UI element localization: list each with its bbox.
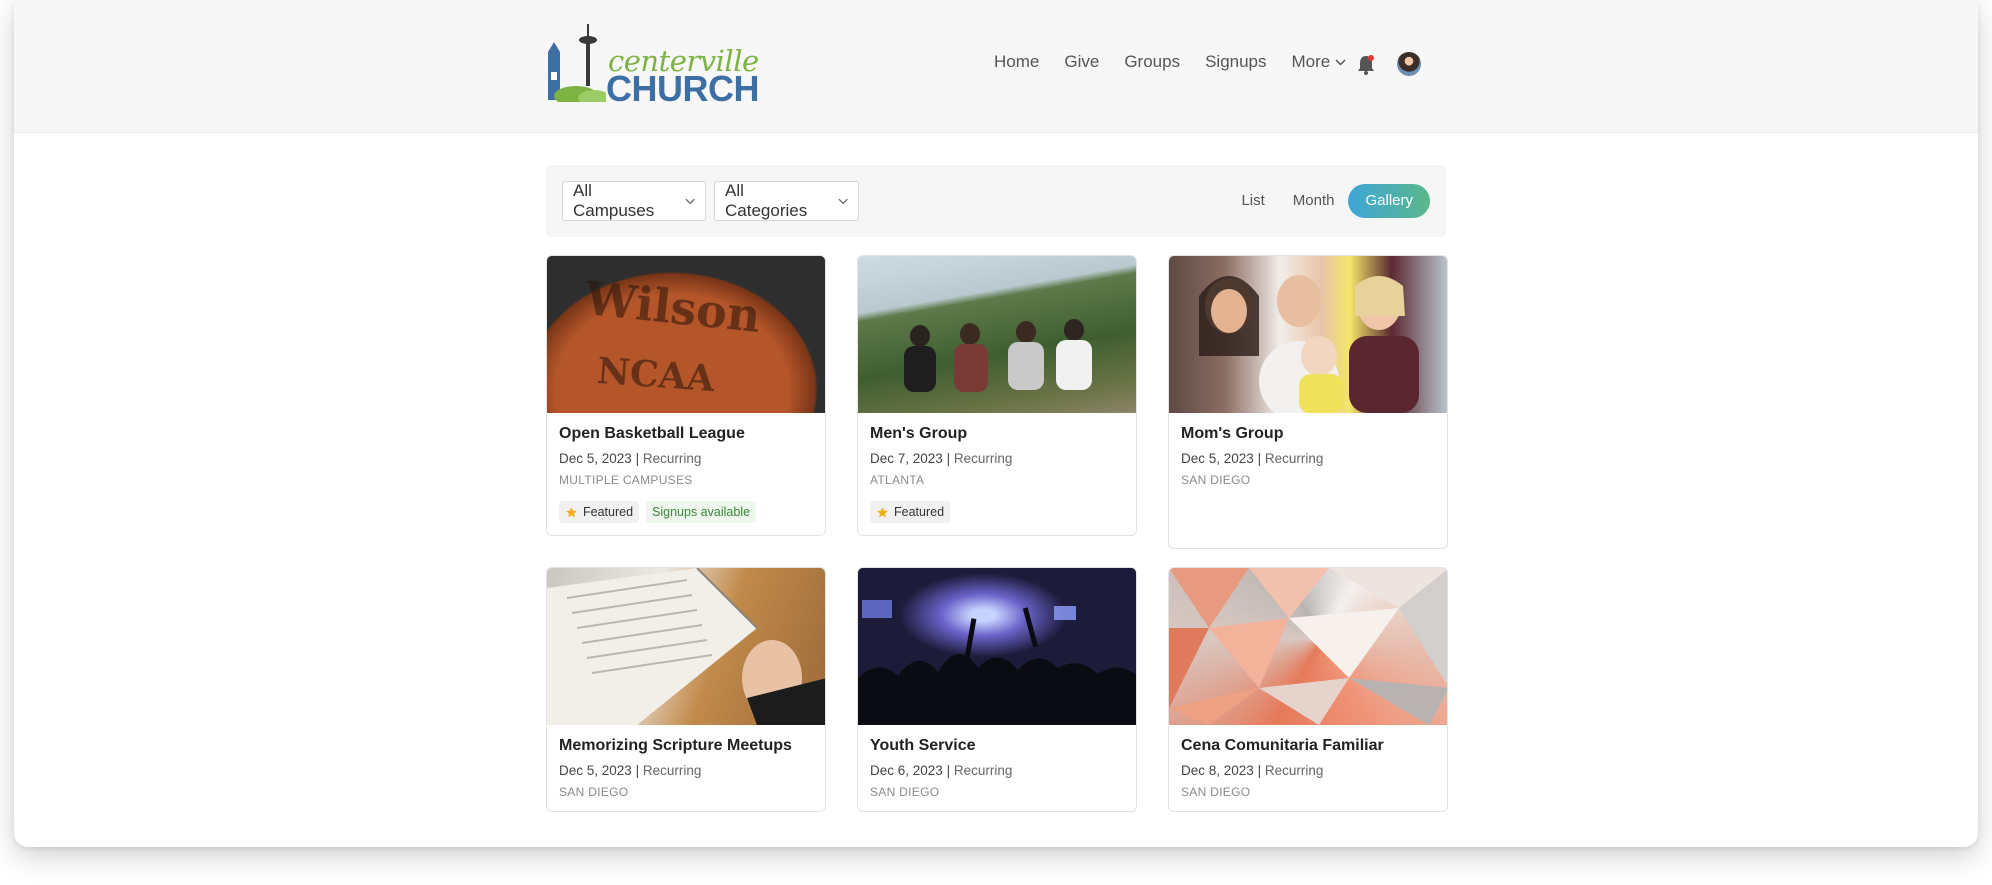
- bell-icon: [1358, 55, 1374, 75]
- event-campus: SAN DIEGO: [870, 785, 940, 799]
- event-card[interactable]: Cena Comunitaria Familiar Dec 8, 2023 | …: [1168, 567, 1448, 812]
- event-date: Dec 8, 2023 | Recurring: [1181, 763, 1324, 778]
- event-image-basketball: Wilson NCAA: [547, 256, 825, 413]
- event-title: Open Basketball League: [559, 425, 745, 442]
- event-date: Dec 5, 2023 | Recurring: [559, 451, 702, 466]
- campus-select-value: All Campuses: [573, 181, 655, 220]
- event-recurrence: Recurring: [953, 763, 1013, 778]
- signups-badge: Signups available: [646, 501, 757, 523]
- event-badges: Featured Signups available: [559, 501, 813, 523]
- event-recurrence: Recurring: [1264, 763, 1324, 778]
- event-date-value: Dec 8, 2023: [1181, 763, 1254, 778]
- event-title: Youth Service: [870, 737, 976, 754]
- event-card[interactable]: Men's Group Dec 7, 2023 | Recurring ATLA…: [857, 255, 1137, 536]
- campus-select[interactable]: All Campuses: [562, 181, 706, 221]
- featured-badge: Featured: [870, 501, 951, 523]
- event-image-bible: [547, 568, 825, 725]
- event-date-value: Dec 5, 2023: [559, 763, 632, 778]
- event-image-polygon-pattern: [1169, 568, 1447, 725]
- logo-skyline-icon: [548, 24, 606, 102]
- site-header: centerville CHURCH Home Give Groups Sign…: [14, 0, 1978, 133]
- nav-give[interactable]: Give: [1064, 52, 1099, 72]
- category-select[interactable]: All Categories: [714, 181, 859, 221]
- logo-text-church: CHURCH: [606, 68, 760, 109]
- user-avatar[interactable]: [1397, 52, 1421, 76]
- event-date-value: Dec 7, 2023: [870, 451, 943, 466]
- filter-bar: All Campuses All Categories List Month G…: [546, 165, 1446, 237]
- nav-signups[interactable]: Signups: [1205, 52, 1266, 72]
- featured-badge: Featured: [559, 501, 640, 523]
- basketball-brand-text: Wilson: [582, 270, 764, 344]
- star-icon: [566, 506, 577, 517]
- polygon-pattern: [1169, 568, 1447, 725]
- view-list-button[interactable]: List: [1227, 184, 1278, 218]
- event-campus: SAN DIEGO: [1181, 785, 1251, 799]
- category-select-value: All Categories: [725, 181, 808, 220]
- church-logo[interactable]: centerville CHURCH: [546, 22, 760, 109]
- nav-more-label: More: [1291, 52, 1331, 71]
- event-title: Memorizing Scripture Meetups: [559, 737, 792, 754]
- event-campus: ATLANTA: [870, 473, 925, 487]
- event-title: Mom's Group: [1181, 425, 1284, 442]
- event-title: Men's Group: [870, 425, 968, 442]
- featured-badge-label: Featured: [583, 505, 634, 519]
- nav-home[interactable]: Home: [994, 52, 1039, 72]
- chevron-down-icon: [685, 198, 695, 204]
- event-image-mens-group: [858, 256, 1136, 413]
- event-date-value: Dec 6, 2023: [870, 763, 943, 778]
- featured-badge-label: Featured: [894, 505, 945, 519]
- main-nav: Home Give Groups Signups More: [994, 52, 1371, 72]
- event-date: Dec 7, 2023 | Recurring: [870, 451, 1013, 466]
- event-recurrence: Recurring: [642, 763, 702, 778]
- app-window: centerville CHURCH Home Give Groups Sign…: [14, 0, 1978, 847]
- star-icon: [877, 506, 888, 517]
- event-title: Cena Comunitaria Familiar: [1181, 737, 1384, 754]
- event-image-moms-group: [1169, 256, 1447, 413]
- event-image-youth-service: [858, 568, 1136, 725]
- event-campus: MULTIPLE CAMPUSES: [559, 473, 693, 487]
- event-recurrence: Recurring: [953, 451, 1013, 466]
- chevron-down-icon: [1335, 58, 1346, 66]
- event-card[interactable]: Youth Service Dec 6, 2023 | Recurring SA…: [857, 567, 1137, 812]
- notifications-button[interactable]: [1356, 54, 1376, 81]
- event-date-value: Dec 5, 2023: [559, 451, 632, 466]
- event-recurrence: Recurring: [642, 451, 702, 466]
- men-silhouettes: [904, 319, 1092, 392]
- view-switcher: List Month Gallery: [1227, 184, 1430, 218]
- event-card[interactable]: Mom's Group Dec 5, 2023 | Recurring SAN …: [1168, 255, 1448, 549]
- event-campus: SAN DIEGO: [559, 785, 629, 799]
- event-badges: Featured: [870, 501, 1124, 523]
- event-date: Dec 5, 2023 | Recurring: [559, 763, 702, 778]
- nav-groups[interactable]: Groups: [1124, 52, 1180, 72]
- chevron-down-icon: [838, 198, 848, 204]
- view-gallery-button[interactable]: Gallery: [1348, 184, 1430, 218]
- event-card[interactable]: Memorizing Scripture Meetups Dec 5, 2023…: [546, 567, 826, 812]
- event-date-value: Dec 5, 2023: [1181, 451, 1254, 466]
- nav-more-dropdown[interactable]: More: [1292, 52, 1347, 72]
- open-book-illustration: [547, 568, 825, 725]
- event-card[interactable]: Wilson NCAA Open Basketball League Dec 5…: [546, 255, 826, 536]
- event-campus: SAN DIEGO: [1181, 473, 1251, 487]
- event-date: Dec 6, 2023 | Recurring: [870, 763, 1013, 778]
- basketball-league-text: NCAA: [595, 349, 716, 401]
- concert-crowd-illustration: [858, 600, 1136, 725]
- view-month-button[interactable]: Month: [1279, 184, 1349, 218]
- event-recurrence: Recurring: [1264, 451, 1324, 466]
- event-date: Dec 5, 2023 | Recurring: [1181, 451, 1324, 466]
- moms-figures: [1199, 275, 1419, 413]
